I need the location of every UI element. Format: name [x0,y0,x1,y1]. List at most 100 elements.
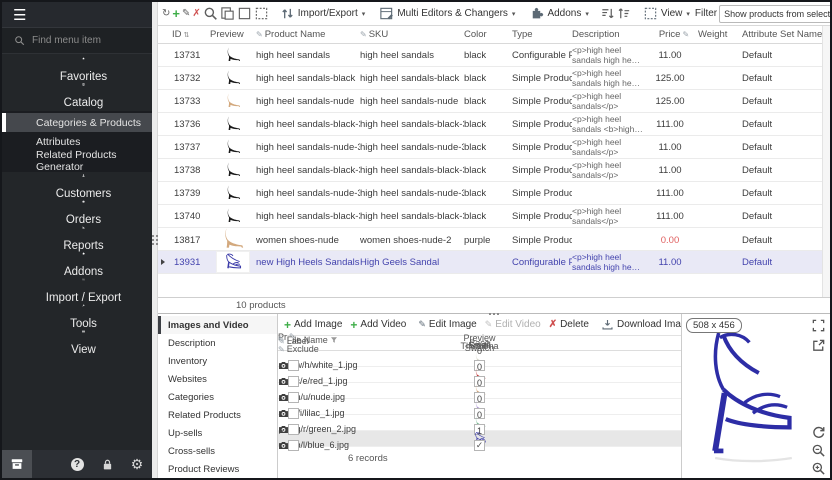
cell-price: 11.00 [650,165,698,176]
hamburger-menu-icon[interactable]: ☰ [13,6,26,24]
view-icon [643,6,658,21]
edit-product-button[interactable]: ✎ [182,5,190,23]
product-row[interactable]: 13817 women shoes-nude women shoes-nude-… [158,228,822,251]
delete-image-button[interactable]: ✗Delete [546,319,592,330]
view-menu[interactable]: View▾ [640,6,693,21]
horizontal-splitter-grip-icon[interactable] [489,313,499,315]
sidebar-item-related-products-generator[interactable]: Related Products Generator [2,151,152,170]
tab-related-products[interactable]: Related Products [158,406,277,424]
lock-button[interactable] [92,458,122,471]
sidebar-item-import-export[interactable]: Import / Export [2,278,152,304]
cell-id: 13731 [172,50,210,61]
tab-product-reviews[interactable]: Product Reviews [158,460,277,478]
wrench-icon [77,304,90,307]
sidebar-item-customers[interactable]: Customers [2,174,152,200]
impexp-icon [77,278,90,281]
tab-inventory[interactable]: Inventory [158,352,277,370]
store-manager-window: ☰ FavoritesCatalog Categories & Products A… [0,0,832,480]
col-sku[interactable]: ✎SKU [360,29,464,40]
col-type[interactable]: Type [512,29,572,40]
product-row[interactable]: 13733 high heel sandals-nude high heel s… [158,90,822,113]
tab-description[interactable]: Description [158,334,277,352]
addons-menu[interactable]: Addons▾ [526,6,591,21]
product-row[interactable]: 13738 high heel sandals-black-37 high he… [158,159,822,182]
product-row[interactable]: 13739 high heel sandals-nude-37 high hee… [158,182,822,205]
products-toolbar: ↻ + ✎ ✗ Import/Export▾ Multi Editors & C… [158,2,830,26]
tab-websites[interactable]: Websites [158,370,277,388]
cell-product-name: new High Heels Sandals [256,257,360,268]
pencil-icon: ✎ [256,30,263,39]
tab-categories[interactable]: Categories [158,388,277,406]
cell-type: Simple Product [512,73,572,84]
open-external-icon[interactable] [811,338,826,353]
sidebar-item-view[interactable]: View [2,330,152,356]
add-image-button[interactable]: +Add Image [281,318,345,332]
help-button[interactable]: ? [62,458,92,471]
row-handle [158,257,172,268]
copy-button[interactable] [220,5,235,23]
product-row[interactable]: 13732 high heel sandals-black high heel … [158,67,822,90]
edit-image-button[interactable]: ✎Edit Image [415,319,479,330]
add-product-button[interactable]: + [172,5,180,23]
sidebar-search [2,28,152,54]
col-id[interactable]: ID⇅ [172,29,210,40]
rotate-icon[interactable] [811,425,826,440]
col-weight[interactable]: Weight [698,29,742,40]
puzzle-icon [529,6,544,21]
edit-video-button[interactable]: ✎Edit Video [482,319,544,330]
product-row[interactable]: 13731 high heel sandals high heel sandal… [158,44,822,67]
cell-product-name: high heel sandals [256,50,360,61]
product-count: 10 products [236,300,286,311]
product-row[interactable]: 13931 new High Heels Sandals High Geels … [158,251,822,274]
store-button[interactable] [2,450,32,478]
fit-screen-icon[interactable] [811,318,826,333]
menu-search-input[interactable] [32,35,132,46]
product-row[interactable]: 13740 high heel sandals-black-38 high he… [158,205,822,228]
tab-up-sells[interactable]: Up-sells [158,424,277,442]
sidebar-item-tools[interactable]: Tools [2,304,152,330]
product-row[interactable]: 13736 high heel sandals-black-36 high he… [158,113,822,136]
download-image-button[interactable]: Download Image [598,318,681,331]
product-thumbnail [216,251,250,273]
cell-description: <p>high heel sandals high heel sandals</… [572,45,650,65]
col-description[interactable]: Description [572,29,650,40]
cell-sku: high heel sandals [360,50,464,61]
sidebar-item-orders[interactable]: Orders [2,200,152,226]
grid-header: ID⇅ Preview ✎Product Name ✎SKU Color Typ… [158,26,830,44]
shoe-thumbnail-icon [220,226,246,252]
col-attribute-set[interactable]: Attribute Set Name [742,29,822,40]
col-price[interactable]: Price✎ [650,29,698,40]
image-row[interactable]: 1 /b/l/blue_6.jpg [278,431,681,447]
refresh-button[interactable]: ↻ [162,5,170,23]
col-product-name[interactable]: ✎Product Name [256,29,360,40]
grid-scrollbar[interactable] [822,26,830,297]
sort-az-button[interactable] [600,5,615,23]
import-export-menu[interactable]: Import/Export▾ [277,6,369,21]
sidebar-item-catalog[interactable]: Catalog [2,83,152,109]
col-color[interactable]: Color [464,29,512,40]
cell-price: 111.00 [650,211,698,222]
checkbox-select-button[interactable] [237,5,252,23]
sidebar-item-categories-products[interactable]: Categories & Products [2,113,152,132]
sidebar-item-addons[interactable]: Addons [2,252,152,278]
settings-button[interactable]: ⚙ [122,456,152,473]
col-preview[interactable]: Preview [210,29,256,40]
sidebar-item-reports[interactable]: Reports [2,226,152,252]
category-filter-select[interactable]: Show products from selected categories▾ [719,5,832,23]
levels-button[interactable] [617,5,632,23]
cell-type: Configurable Product [512,50,572,61]
sidebar-item-favorites[interactable]: Favorites [2,57,152,83]
zoom-out-icon[interactable] [811,443,826,458]
zoom-in-icon[interactable] [811,461,826,476]
delete-product-button[interactable]: ✗ [192,5,200,23]
tab-cross-sells[interactable]: Cross-sells [158,442,277,460]
selection-mode-button[interactable] [254,5,269,23]
archive-icon [77,83,90,86]
multi-editors-menu[interactable]: Multi Editors & Changers▾ [376,6,518,21]
add-video-button[interactable]: +Add Video [347,318,409,332]
product-detail-section: Images and VideoDescriptionInventoryWebs… [158,313,830,478]
search-button[interactable] [203,5,218,23]
tab-images-and-video[interactable]: Images and Video [158,316,277,334]
product-row[interactable]: 13737 high heel sandals-nude-36 high hee… [158,136,822,159]
filter-label: Filter [695,8,717,19]
